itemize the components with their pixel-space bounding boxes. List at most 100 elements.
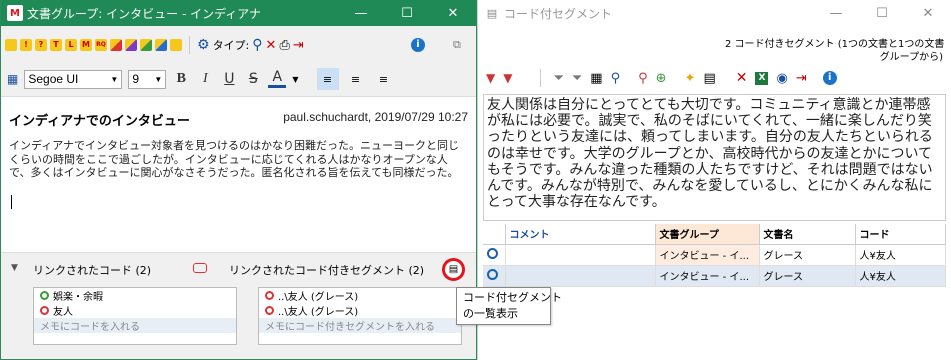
table-row[interactable]: インタビュー - イ... グレース 人¥友人 <box>483 244 946 266</box>
activate-icon[interactable]: ▼ <box>486 71 495 85</box>
bold-button[interactable]: B <box>172 71 190 87</box>
export-icon[interactable]: ⇥ <box>293 38 304 53</box>
font-size-select[interactable]: 9 ▼ <box>128 69 167 89</box>
funnel-icon[interactable]: ⏷ <box>553 71 563 86</box>
font-select[interactable]: Segoe UI ▼ <box>24 69 123 89</box>
right-toolbar: ▼ ▼ ⏷ ⏷ ▦ ⚲ ⚲ ⊕ ✦ ▤ ✕ X ◉ ⇥ i <box>482 65 837 91</box>
document-meta: paul.schuchardt, 2019/07/29 10:27 <box>283 110 468 124</box>
code-link-icon[interactable] <box>193 263 207 273</box>
code-name: 友人 <box>53 307 73 318</box>
t-memo-icon[interactable]: T <box>50 39 62 51</box>
list-item[interactable]: 娯楽・余暇 <box>34 288 236 303</box>
gear-icon[interactable]: ⚙ <box>197 37 210 53</box>
flag-green-icon[interactable] <box>140 39 152 51</box>
maximize-button[interactable]: ☐ <box>859 0 905 26</box>
list-item[interactable]: ..\友人 (グレース) <box>259 303 461 318</box>
align-right-button[interactable]: ≡ <box>373 68 395 90</box>
select-column-header <box>483 224 506 245</box>
l-memo-icon[interactable]: L <box>65 39 77 51</box>
flag-red-icon[interactable] <box>110 39 122 51</box>
column-header-doc-name[interactable]: 文書名 <box>759 224 856 245</box>
cell-doc-name: グレース <box>759 244 856 266</box>
text-caret <box>11 195 12 209</box>
collapse-triangle-icon[interactable]: ▼ <box>11 263 18 273</box>
list-item[interactable]: ..\友人 (グレース) <box>259 288 461 303</box>
list-item[interactable]: 友人 <box>34 303 236 318</box>
question-memo-icon[interactable]: ? <box>35 39 47 51</box>
column-header-doc-group[interactable]: 文書グループ <box>655 224 760 245</box>
close-doc-icon[interactable]: ✕ <box>266 38 277 53</box>
font-color-button[interactable]: A <box>268 70 287 88</box>
italic-button[interactable]: I <box>196 71 214 87</box>
underline-button[interactable]: U <box>220 71 238 87</box>
info-icon[interactable]: i <box>411 38 425 52</box>
toolbar-separator <box>540 69 542 87</box>
close-button[interactable]: ✕ <box>905 0 951 26</box>
align-left-button[interactable]: ≡ <box>316 68 339 90</box>
table-row[interactable]: インタビュー - イ... グレース 人¥友人 <box>483 265 946 287</box>
calendar-icon[interactable]: ▦ <box>7 72 18 86</box>
align-center-button[interactable]: ≡ <box>345 68 367 90</box>
segment-text-preview[interactable]: 友人関係は自分にとってとても大切です。コミュニティ意識とか連帯感が私には必要で。… <box>483 94 946 221</box>
code-plus-icon[interactable]: ⊕ <box>656 71 667 86</box>
column-header-code[interactable]: コード <box>855 224 946 245</box>
column-header-comment[interactable]: コメント <box>505 224 656 245</box>
segments-summary: 2 コード付きセグメント (1つの文書と1つの文書 グループから) <box>725 39 945 63</box>
flag-yellow-icon[interactable] <box>170 39 182 51</box>
r-memo-icon[interactable]: RQ <box>95 39 107 51</box>
code-add-icon[interactable]: ⚲ <box>638 71 648 86</box>
segment-memo-input[interactable]: メモにコード付きセグメントを入れる <box>259 318 461 333</box>
globe-icon[interactable]: ◉ <box>776 71 787 86</box>
cell-comment[interactable] <box>505 244 656 266</box>
flag-purple-icon[interactable] <box>125 39 137 51</box>
document-body[interactable]: インディアナでインタビュー対象者を見つけるのはかなり困難だった。ニューヨークと同… <box>9 139 467 180</box>
segment-radio[interactable] <box>487 268 498 280</box>
info-icon[interactable]: i <box>822 71 837 85</box>
chevron-down-icon[interactable]: ▼ <box>292 75 298 84</box>
coded-segments-list-icon[interactable]: ▤ <box>442 258 465 281</box>
cell-doc-group: インタビュー - イ... <box>655 265 760 287</box>
format-toolbar: ▦ Segoe UI ▼ 9 ▼ B I U S A ▼ ≡ ≡ ≡ <box>1 66 476 92</box>
export-icon[interactable]: ⇥ <box>796 71 807 86</box>
table-view-icon[interactable]: ▦ <box>590 71 602 86</box>
right-titlebar[interactable]: ▤ コード付セグメント — ☐ ✕ <box>478 0 951 26</box>
warning-memo-icon[interactable]: ! <box>20 39 32 51</box>
row-selector[interactable] <box>483 244 506 266</box>
segments-app-icon: ▤ <box>486 6 498 20</box>
document-editor[interactable]: インディアナでのインタビュー paul.schuchardt, 2019/07/… <box>1 96 476 252</box>
m-memo-icon[interactable]: M <box>80 39 92 51</box>
print-icon[interactable]: ⎙ <box>279 38 289 53</box>
font-value: Segoe UI <box>28 72 79 86</box>
row-selector[interactable] <box>483 265 506 287</box>
linked-codes-box: 娯楽・余暇 友人 メモにコードを入れる <box>33 287 237 345</box>
filter-icon[interactable]: ▼ <box>503 71 512 85</box>
font-size-value: 9 <box>132 72 140 86</box>
minimize-button[interactable]: — <box>813 0 859 26</box>
close-button[interactable]: ✕ <box>430 0 476 26</box>
strikethrough-button[interactable]: S <box>244 71 262 87</box>
maximize-button[interactable]: ☐ <box>384 0 430 26</box>
type-label: タイプ: <box>212 39 250 52</box>
cell-comment[interactable] <box>505 265 656 287</box>
segment-name: ..\友人 (グレース) <box>278 307 359 318</box>
code-memo-input[interactable]: メモにコードを入れる <box>34 318 236 333</box>
memo-icon[interactable] <box>5 39 17 51</box>
excel-icon[interactable]: X <box>755 71 769 85</box>
segment-name: ..\友人 (グレース) <box>278 292 359 303</box>
document-icon[interactable]: ▤ <box>703 71 715 86</box>
search-icon[interactable]: ⚲ <box>252 37 262 53</box>
delete-icon[interactable]: ✕ <box>736 70 748 86</box>
segments-table: コメント 文書グループ 文書名 コード インタビュー - イ... グレース 人… <box>483 224 946 287</box>
search-icon[interactable]: ⚲ <box>611 71 621 86</box>
cell-code: 人¥友人 <box>855 244 946 266</box>
segment-radio[interactable] <box>487 247 498 259</box>
minimize-button[interactable]: — <box>338 0 384 26</box>
links-panel: ▼ リンクされたコード (2) リンクされたコード付きセグメント (2) ▤ 娯… <box>1 252 476 359</box>
funnel-x-icon[interactable]: ⏷ <box>572 71 582 86</box>
cell-doc-name: グレース <box>759 265 856 287</box>
left-titlebar[interactable]: M 文書グループ: インタビュー - インディアナ — ☐ ✕ <box>1 0 476 26</box>
idea-icon[interactable]: ✦ <box>685 71 696 86</box>
undock-icon[interactable]: ⧉ <box>453 38 461 52</box>
left-toolbar: ! ? T L M RQ ⚙ タイプ: ⚲ ✕ ⎙ ⇥ i ⧉ <box>1 32 476 58</box>
flag-blue-icon[interactable] <box>155 39 167 51</box>
